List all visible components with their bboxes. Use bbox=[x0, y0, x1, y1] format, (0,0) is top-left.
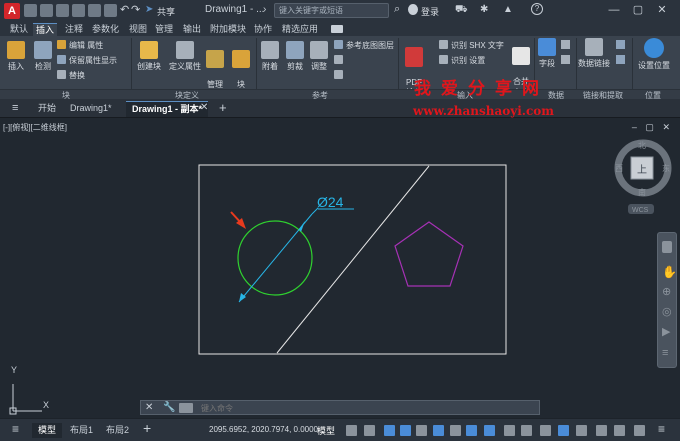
tab-model[interactable]: 模型 bbox=[32, 423, 63, 438]
command-input[interactable] bbox=[201, 402, 531, 414]
navbar-menu-icon[interactable]: ≡ bbox=[662, 347, 668, 359]
isolate-objects-icon[interactable] bbox=[614, 425, 625, 436]
steering-wheel-icon[interactable] bbox=[662, 241, 672, 253]
customize-statusbar-icon[interactable]: ≡ bbox=[658, 422, 665, 436]
autocad-window: A ↶ ↷ ➤ 共享 Drawing1 - ... › 键入关键字或短语 ⌕ 登… bbox=[0, 0, 680, 441]
fullscreen-icon[interactable] bbox=[634, 425, 645, 436]
model-space-button[interactable]: 模型 bbox=[317, 424, 335, 437]
ucs-x-label: X bbox=[43, 400, 49, 410]
navigation-bar: ✋ ⊕ ◎ ▶ ≡ bbox=[657, 232, 677, 368]
showmotion-icon[interactable]: ▶ bbox=[662, 325, 670, 338]
drawing-svg: Ø24 Y X 上 北 南 东 西 WCS bbox=[9, 139, 672, 415]
ortho-mode-icon[interactable] bbox=[416, 425, 427, 436]
orbit-icon[interactable]: ◎ bbox=[662, 305, 672, 318]
object-snap-icon[interactable] bbox=[484, 425, 495, 436]
polar-tracking-icon[interactable] bbox=[433, 425, 444, 436]
zoom-extents-icon[interactable]: ⊕ bbox=[662, 285, 671, 298]
recent-commands-icon[interactable] bbox=[179, 403, 193, 413]
watermark-url: www.zhanshaoyi.com bbox=[413, 104, 554, 118]
compass-north[interactable]: 北 bbox=[638, 141, 646, 150]
purple-pentagon[interactable] bbox=[394, 221, 464, 287]
diagonal-line[interactable] bbox=[276, 165, 430, 354]
snap-mode-icon[interactable] bbox=[364, 425, 375, 436]
transparency-icon[interactable] bbox=[521, 425, 532, 436]
annotation-scale-icon[interactable] bbox=[558, 425, 569, 436]
tab-layout2[interactable]: 布局2 bbox=[100, 423, 135, 438]
ucs-y-label: Y bbox=[11, 365, 17, 375]
command-line: ✕ 🔧 bbox=[140, 400, 540, 415]
layout-menu-icon[interactable]: ≡ bbox=[12, 422, 19, 436]
dynamic-input-icon[interactable] bbox=[400, 425, 411, 436]
add-layout-icon[interactable]: + bbox=[143, 420, 151, 436]
compass-south[interactable]: 南 bbox=[638, 187, 646, 197]
workspace-switching-icon[interactable] bbox=[576, 425, 587, 436]
object-snap-tracking-icon[interactable] bbox=[466, 425, 477, 436]
watermark-title: 我爱分享网 bbox=[414, 79, 549, 99]
infer-constraints-icon[interactable] bbox=[384, 425, 395, 436]
wcs-label[interactable]: WCS bbox=[632, 207, 649, 214]
coordinates-readout[interactable]: 2095.6952, 2020.7974, 0.0000 bbox=[209, 425, 318, 434]
status-bar: ≡ 模型 布局1 布局2 + 2095.6952, 2020.7974, 0.0… bbox=[0, 418, 680, 441]
close-command-icon[interactable]: ✕ bbox=[145, 402, 153, 413]
isodraft-icon[interactable] bbox=[450, 425, 461, 436]
diameter-dimension-text[interactable]: Ø24 bbox=[317, 194, 344, 210]
grid-icon[interactable] bbox=[346, 425, 357, 436]
customize-icon[interactable]: 🔧 bbox=[163, 402, 175, 413]
annotation-monitor-icon[interactable] bbox=[596, 425, 607, 436]
lineweight-icon[interactable] bbox=[504, 425, 515, 436]
viewcube-top-label[interactable]: 上 bbox=[637, 164, 647, 176]
selection-cycling-icon[interactable] bbox=[540, 425, 551, 436]
compass-east[interactable]: 东 bbox=[662, 163, 670, 173]
pan-icon[interactable]: ✋ bbox=[662, 265, 677, 279]
compass-west[interactable]: 西 bbox=[615, 164, 623, 173]
tab-layout1[interactable]: 布局1 bbox=[64, 423, 99, 438]
